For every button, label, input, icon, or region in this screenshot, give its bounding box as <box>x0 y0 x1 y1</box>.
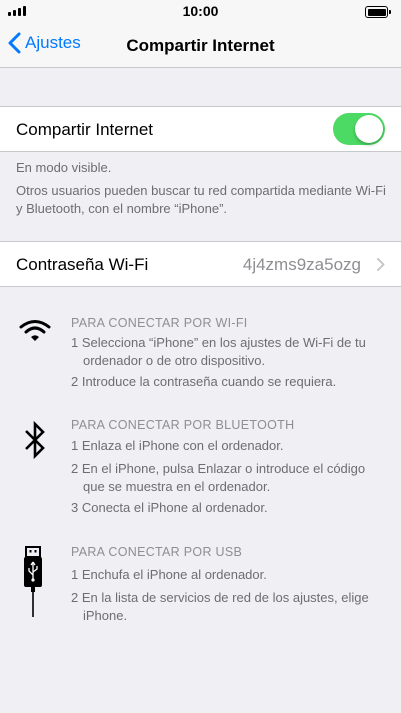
battery-icon <box>365 6 391 18</box>
toggle-knob <box>355 115 383 143</box>
status-bar: 10:00 <box>0 0 401 24</box>
hotspot-label: Compartir Internet <box>16 120 153 139</box>
bluetooth-step-2: 2 En el iPhone, pulsa Enlazar o introduc… <box>71 461 366 494</box>
usb-section-title: PARA CONECTAR POR USB <box>71 545 243 559</box>
wifi-section-title: PARA CONECTAR POR WI-FI <box>71 316 248 330</box>
wifi-step-1: 1 Selecciona “iPhone” en los ajustes de … <box>71 335 366 368</box>
wifi-password-row[interactable]: Contraseña Wi-Fi 4j4zms9za5ozg <box>0 241 401 287</box>
hotspot-row: Compartir Internet <box>0 106 401 152</box>
wifi-password-value: 4j4zms9za5ozg <box>242 255 361 274</box>
visible-note: En modo visible. <box>16 160 112 175</box>
wifi-step-2: 2 Introduce la contraseña cuando se requ… <box>71 374 337 389</box>
hotspot-toggle[interactable] <box>333 113 385 145</box>
usb-step-2: 2 En la lista de servicios de red de los… <box>71 590 369 623</box>
usb-step-1: 1 Enchufa el iPhone al ordenador. <box>71 567 267 582</box>
bluetooth-section-title: PARA CONECTAR POR BLUETOOTH <box>71 418 295 432</box>
wifi-password-label: Contraseña Wi-Fi <box>16 255 149 274</box>
chevron-right-icon <box>377 258 385 271</box>
usb-icon <box>24 546 42 617</box>
wifi-icon <box>19 320 51 341</box>
bluetooth-step-3: 3 Conecta el iPhone al ordenador. <box>71 500 268 515</box>
bluetooth-step-1: 1 Enlaza el iPhone con el ordenador. <box>71 438 284 453</box>
page-title: Compartir Internet <box>126 36 275 55</box>
bluetooth-icon <box>25 421 45 459</box>
hotspot-description: Otros usuarios pueden buscar tu red comp… <box>16 183 386 216</box>
nav-bar: Ajustes Compartir Internet <box>0 24 401 68</box>
status-time: 10:00 <box>182 3 219 19</box>
